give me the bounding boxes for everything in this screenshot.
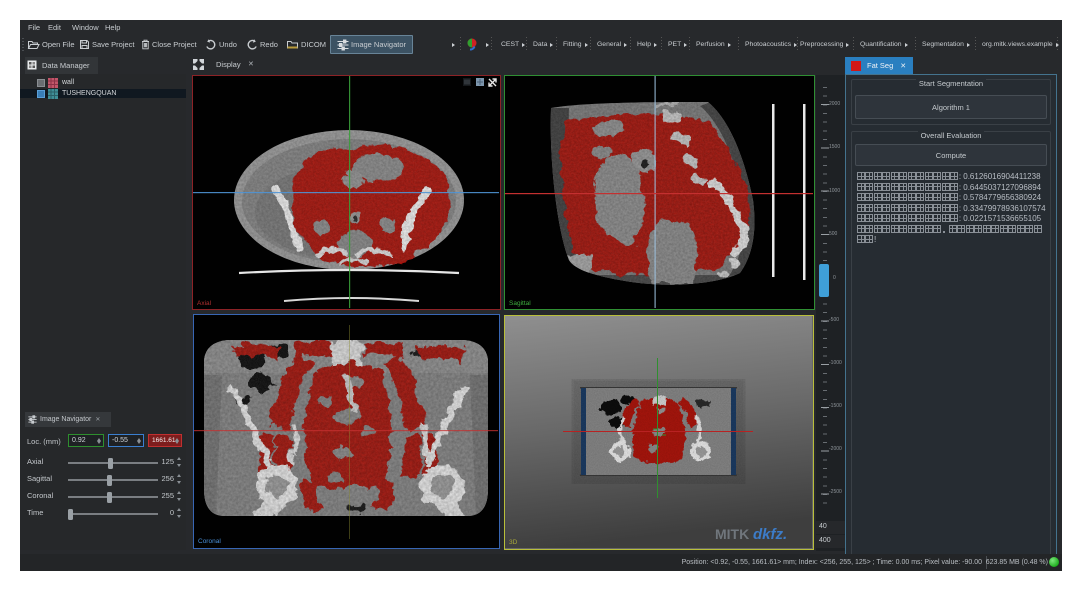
svg-text:3D: 3D <box>509 539 518 546</box>
svg-text:Coronal: Coronal <box>198 538 221 545</box>
svg-text:Sagittal: Sagittal <box>509 300 531 307</box>
svg-text:Axial: Axial <box>197 300 212 307</box>
svg-text:MITK: MITK <box>715 526 749 542</box>
svg-text:dkfz.: dkfz. <box>753 526 787 543</box>
